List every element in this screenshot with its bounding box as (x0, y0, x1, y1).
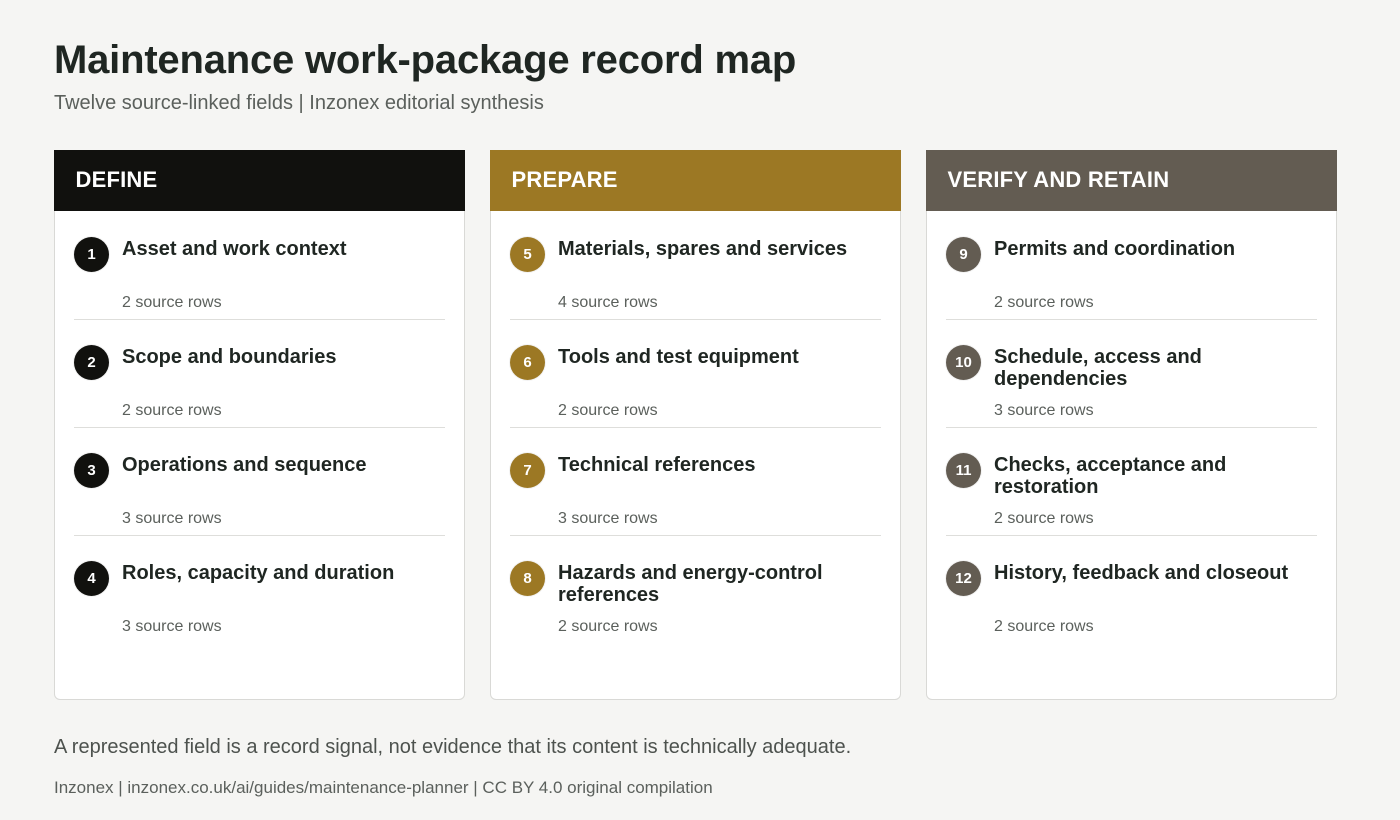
source-rows-count: 2 source rows (994, 618, 1094, 635)
field-title: History, feedback and closeout (994, 562, 1289, 584)
number-badge: 12 (946, 561, 981, 596)
column-prepare: PREPARE 5 Materials, spares and services… (489, 149, 901, 700)
list-item: 2 Scope and boundaries 2 source rows (74, 320, 445, 428)
field-title: Materials, spares and services (558, 238, 848, 260)
number-badge: 7 (510, 453, 545, 488)
number-badge: 3 (74, 453, 109, 488)
column-header-verify-and-retain: VERIFY AND RETAIN (925, 149, 1337, 211)
number-badge: 11 (946, 453, 981, 488)
column-body-prepare: 5 Materials, spares and services 4 sourc… (510, 212, 881, 644)
list-item: 6 Tools and test equipment 2 source rows (510, 320, 881, 428)
page-title: Maintenance work-package record map (54, 38, 797, 82)
source-rows-count: 2 source rows (994, 294, 1094, 311)
field-title: Schedule, access and dependencies (994, 346, 1202, 390)
field-title: Scope and boundaries (122, 346, 337, 368)
field-title: Tools and test equipment (558, 346, 799, 368)
column-define: DEFINE 1 Asset and work context 2 source… (53, 149, 465, 700)
list-item: 1 Asset and work context 2 source rows (74, 212, 445, 320)
list-item: 5 Materials, spares and services 4 sourc… (510, 212, 881, 320)
field-title: Permits and coordination (994, 238, 1236, 260)
field-title: Asset and work context (122, 238, 347, 260)
number-badge: 1 (74, 237, 109, 272)
source-rows-count: 4 source rows (558, 294, 658, 311)
source-rows-count: 3 source rows (122, 510, 222, 527)
record-map-page: Maintenance work-package record map Twel… (0, 0, 1400, 820)
page-subtitle: Twelve source-linked fields | Inzonex ed… (54, 92, 544, 114)
number-badge: 8 (510, 561, 545, 596)
source-rows-count: 3 source rows (994, 402, 1094, 419)
list-item: 11 Checks, acceptance and restoration 2 … (946, 428, 1317, 536)
source-rows-count: 2 source rows (558, 618, 658, 635)
list-item: 12 History, feedback and closeout 2 sour… (946, 536, 1317, 644)
number-badge: 9 (946, 237, 981, 272)
column-body-define: 1 Asset and work context 2 source rows 2… (74, 212, 445, 644)
column-body-verify-and-retain: 9 Permits and coordination 2 source rows… (946, 212, 1317, 644)
column-header-prepare: PREPARE (489, 149, 901, 211)
disclaimer-note: A represented field is a record signal, … (54, 736, 852, 758)
columns-container: DEFINE 1 Asset and work context 2 source… (53, 149, 1337, 700)
list-item: 9 Permits and coordination 2 source rows (946, 212, 1317, 320)
field-title: Roles, capacity and duration (122, 562, 395, 584)
field-title: Checks, acceptance and restoration (994, 454, 1227, 498)
field-title: Hazards and energy-control references (558, 562, 823, 606)
number-badge: 2 (74, 345, 109, 380)
number-badge: 6 (510, 345, 545, 380)
source-rows-count: 3 source rows (122, 618, 222, 635)
footer-attribution: Inzonex | inzonex.co.uk/ai/guides/mainte… (54, 778, 713, 797)
source-rows-count: 2 source rows (558, 402, 658, 419)
number-badge: 5 (510, 237, 545, 272)
list-item: 8 Hazards and energy-control references … (510, 536, 881, 644)
source-rows-count: 2 source rows (122, 294, 222, 311)
source-rows-count: 2 source rows (122, 402, 222, 419)
column-header-define: DEFINE (53, 149, 465, 211)
list-item: 3 Operations and sequence 3 source rows (74, 428, 445, 536)
list-item: 10 Schedule, access and dependencies 3 s… (946, 320, 1317, 428)
field-title: Operations and sequence (122, 454, 367, 476)
list-item: 7 Technical references 3 source rows (510, 428, 881, 536)
source-rows-count: 3 source rows (558, 510, 658, 527)
number-badge: 4 (74, 561, 109, 596)
source-rows-count: 2 source rows (994, 510, 1094, 527)
number-badge: 10 (946, 345, 981, 380)
list-item: 4 Roles, capacity and duration 3 source … (74, 536, 445, 644)
field-title: Technical references (558, 454, 756, 476)
column-verify-and-retain: VERIFY AND RETAIN 9 Permits and coordina… (925, 149, 1337, 700)
